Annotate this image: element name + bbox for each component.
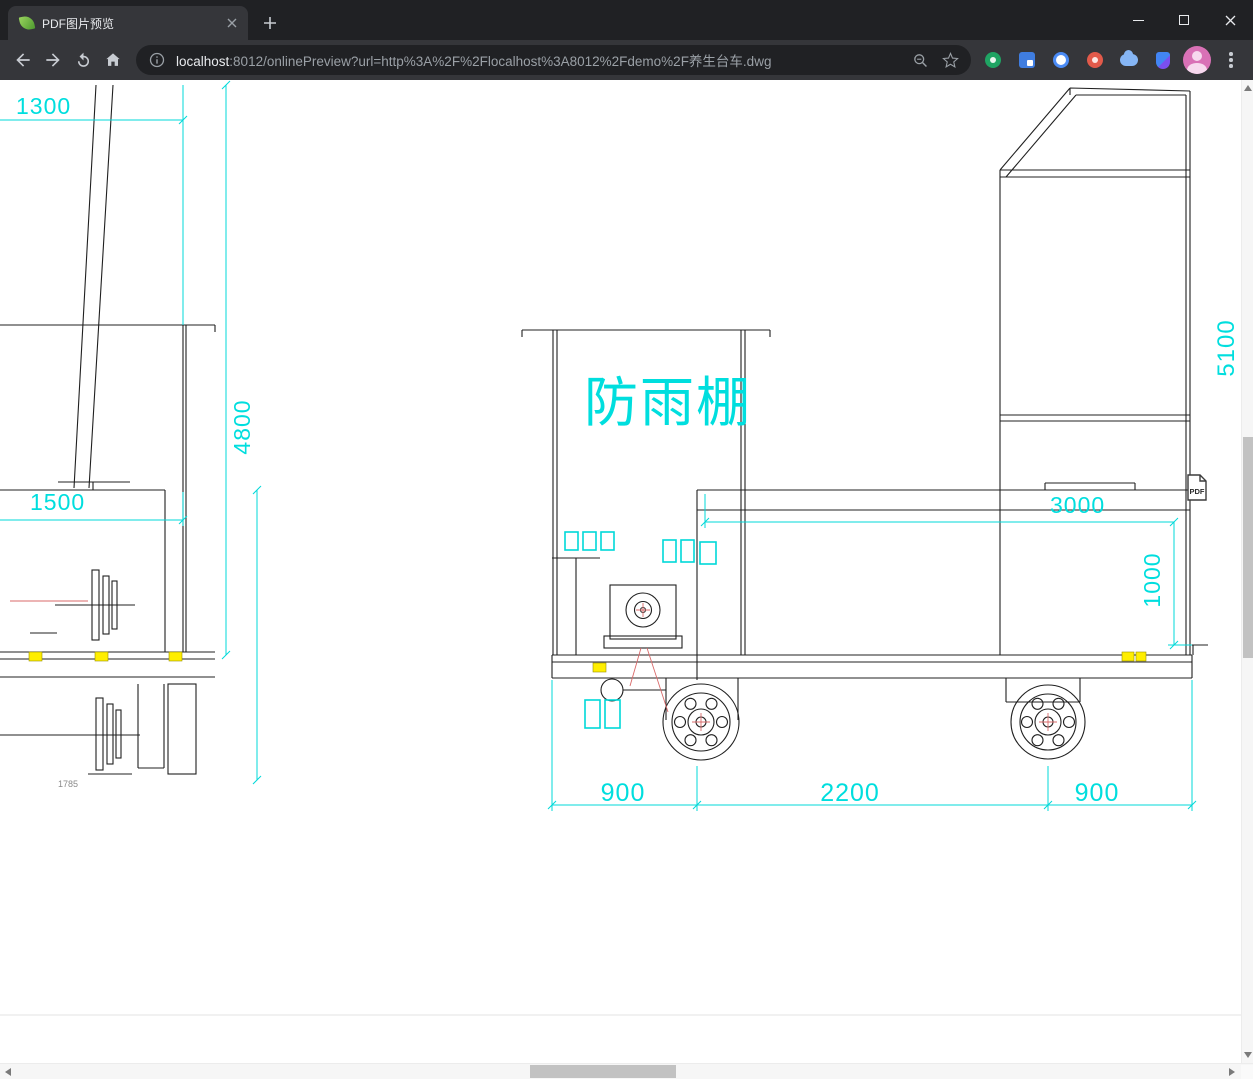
browser-menu-button[interactable] xyxy=(1217,46,1245,74)
reload-icon xyxy=(77,52,89,67)
profile-avatar[interactable] xyxy=(1183,46,1211,74)
dim-axle-right: 900 xyxy=(1075,779,1120,807)
address-bar[interactable]: localhost:8012/onlinePreview?url=http%3A… xyxy=(136,45,971,75)
scroll-right-arrow-icon[interactable] xyxy=(1229,1068,1235,1076)
scrollbar-corner xyxy=(1241,1065,1253,1079)
page-content: 1300 4800 1500 防雨棚 3000 1000 5100 900 22… xyxy=(0,80,1241,1063)
tab-close-icon[interactable] xyxy=(224,15,240,31)
dim-platform-width: 3000 xyxy=(1050,492,1105,518)
browser-toolbar: localhost:8012/onlinePreview?url=http%3A… xyxy=(0,40,1253,80)
minimize-icon xyxy=(1132,19,1144,21)
extension-cloud-icon[interactable] xyxy=(1115,46,1143,74)
dim-platform-height: 1000 xyxy=(1139,552,1165,607)
window-minimize-button[interactable] xyxy=(1115,0,1161,40)
forward-icon xyxy=(46,53,60,67)
scroll-down-arrow-icon[interactable] xyxy=(1244,1052,1252,1058)
vertical-scrollbar[interactable] xyxy=(1241,80,1253,1063)
scroll-left-arrow-icon[interactable] xyxy=(5,1068,11,1076)
cad-leader-lines xyxy=(10,600,1057,731)
maximize-icon xyxy=(1179,15,1189,25)
home-icon xyxy=(106,53,120,66)
window-titlebar: PDF图片预览 xyxy=(0,0,1253,40)
dim-axle-left: 900 xyxy=(601,779,646,807)
page-info-icon[interactable] xyxy=(146,49,168,71)
horizontal-scrollbar-thumb[interactable] xyxy=(530,1065,676,1078)
dim-right-height: 5100 xyxy=(1213,319,1240,376)
dim-axle-span: 2200 xyxy=(820,779,880,807)
tab-title: PDF图片预览 xyxy=(42,16,115,31)
extensions-area xyxy=(979,46,1177,74)
close-icon xyxy=(1225,15,1235,25)
window-close-button[interactable] xyxy=(1207,0,1253,40)
tab-favicon-leaf-icon xyxy=(18,14,36,32)
back-button[interactable] xyxy=(8,45,38,75)
pdf-file-icon[interactable]: PDF xyxy=(1186,474,1208,501)
extension-red-icon[interactable] xyxy=(1081,46,1109,74)
home-button[interactable] xyxy=(98,45,128,75)
extension-ring-icon[interactable] xyxy=(1047,46,1075,74)
zoom-icon[interactable] xyxy=(909,49,931,71)
browser-tab[interactable]: PDF图片预览 xyxy=(8,6,248,40)
dim-left-width: 1500 xyxy=(30,489,85,515)
url-text[interactable]: localhost:8012/onlinePreview?url=http%3A… xyxy=(176,50,901,70)
new-tab-button[interactable] xyxy=(256,9,284,37)
dim-top-left-width: 1300 xyxy=(16,93,71,119)
horizontal-scrollbar[interactable] xyxy=(0,1063,1253,1079)
dim-left-height: 4800 xyxy=(229,399,255,454)
extension-translate-icon[interactable] xyxy=(1013,46,1041,74)
scroll-up-arrow-icon[interactable] xyxy=(1244,85,1252,91)
window-controls xyxy=(1115,0,1253,40)
cad-drawing: 1300 4800 1500 防雨棚 3000 1000 5100 900 22… xyxy=(0,80,1241,1016)
url-path: :8012/onlinePreview?url=http%3A%2F%2Floc… xyxy=(229,54,772,69)
pdf-icon-label: PDF xyxy=(1190,487,1205,496)
forward-button[interactable] xyxy=(38,45,68,75)
back-icon xyxy=(16,53,30,67)
extension-shield-icon[interactable] xyxy=(1149,46,1177,74)
extension-green-icon[interactable] xyxy=(979,46,1007,74)
bookmark-star-icon[interactable] xyxy=(939,49,961,71)
url-host: localhost xyxy=(176,54,230,69)
reload-button[interactable] xyxy=(68,45,98,75)
window-maximize-button[interactable] xyxy=(1161,0,1207,40)
dim-left-lower: 1785 xyxy=(58,779,78,789)
vertical-scrollbar-thumb[interactable] xyxy=(1243,437,1253,658)
shelter-label: 防雨棚 xyxy=(584,373,752,433)
